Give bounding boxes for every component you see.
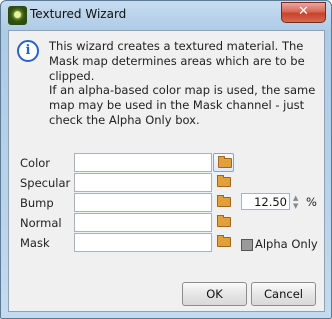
folder-icon bbox=[217, 195, 231, 207]
mask-browse-button[interactable] bbox=[213, 233, 232, 250]
bump-amount-spinner[interactable]: 12.50 bbox=[241, 193, 290, 210]
cancel-button[interactable]: Cancel bbox=[251, 282, 316, 306]
title-bar[interactable]: Textured Wizard ✕ bbox=[1, 1, 331, 29]
mask-map-input[interactable] bbox=[74, 233, 212, 252]
info-message-1: This wizard creates a textured material.… bbox=[49, 39, 305, 83]
folder-icon bbox=[217, 215, 231, 227]
bump-unit-label: % bbox=[306, 195, 317, 209]
info-message-2: If an alpha-based color map is used, the… bbox=[49, 83, 316, 127]
normal-browse-button[interactable] bbox=[213, 213, 232, 230]
bump-browse-button[interactable] bbox=[213, 193, 232, 210]
dialog-body: i This wizard creates a textured materia… bbox=[8, 30, 325, 312]
close-icon: ✕ bbox=[298, 4, 309, 19]
normal-label: Normal bbox=[20, 216, 62, 230]
specular-label: Specular bbox=[20, 176, 71, 190]
folder-icon bbox=[217, 235, 231, 247]
window-title: Textured Wizard bbox=[30, 7, 127, 21]
color-map-input[interactable] bbox=[74, 153, 212, 172]
specular-map-input[interactable] bbox=[74, 173, 212, 192]
folder-icon bbox=[218, 156, 232, 168]
info-panel: i This wizard creates a textured materia… bbox=[9, 31, 324, 130]
normal-map-input[interactable] bbox=[74, 213, 212, 232]
color-label: Color bbox=[20, 156, 51, 170]
bump-label: Bump bbox=[20, 196, 54, 210]
bump-map-input[interactable] bbox=[74, 193, 212, 212]
alpha-only-checkbox[interactable] bbox=[241, 239, 253, 251]
alpha-only-label[interactable]: Alpha Only bbox=[255, 237, 318, 251]
spinner-arrows-icon[interactable]: ▲ ▼ bbox=[293, 194, 301, 210]
mask-label: Mask bbox=[20, 236, 50, 250]
app-icon bbox=[8, 6, 27, 25]
info-icon: i bbox=[17, 40, 39, 62]
wizard-window: Textured Wizard ✕ i This wizard creates … bbox=[0, 0, 332, 319]
color-browse-button[interactable] bbox=[213, 153, 234, 172]
folder-icon bbox=[217, 175, 231, 187]
specular-browse-button[interactable] bbox=[213, 173, 232, 190]
ok-button[interactable]: OK bbox=[182, 282, 247, 306]
close-button[interactable]: ✕ bbox=[281, 2, 326, 23]
